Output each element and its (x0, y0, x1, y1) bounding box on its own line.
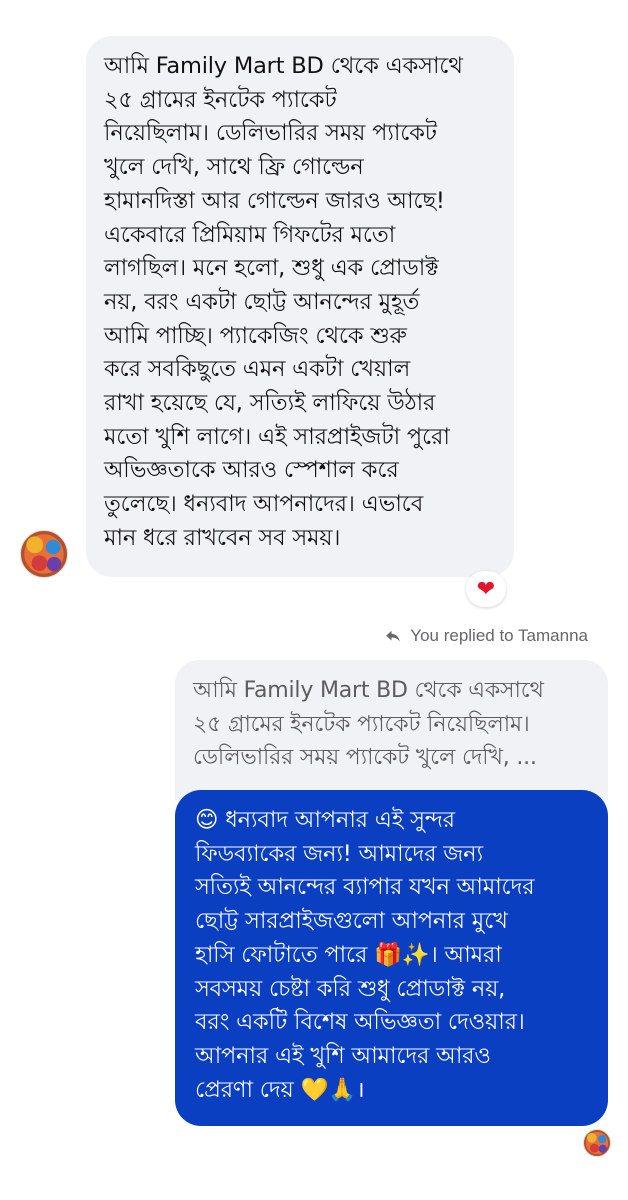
incoming-message-line: রাখা হয়েছে যে, সত্যিই লাফিয়ে উঠার (104, 390, 436, 417)
quoted-message-line: ২৫ গ্রামের ইনটেক প্যাকেট নিয়েছিলাম। (193, 711, 530, 737)
reply-indicator: You replied to Tamanna (384, 626, 588, 646)
outgoing-message-line: সবসময় চেষ্টা করি শুধু প্রোডাক্ট নয়, (195, 975, 506, 1002)
sender-avatar[interactable] (20, 530, 68, 578)
outgoing-message-line: সত্যিই আনন্দের ব্যাপার যখন আমাদের (195, 874, 535, 901)
reply-arrow-icon (386, 630, 401, 642)
seen-receipt-avatar (583, 1129, 611, 1157)
incoming-message-line: অভিজ্ঞতাকে আরও স্পেশাল করে (104, 457, 399, 484)
incoming-message-line: খুলে দেখি, সাথে ফ্রি গোল্ডেন (104, 154, 364, 181)
outgoing-message-line: প্রেরণা দেয় 💛🙏। (195, 1076, 365, 1103)
quoted-message-line: ডেলিভারির সময় প্যাকেট খুলে দেখি, ... (193, 745, 537, 770)
outgoing-message-bubble[interactable]: 😊 ধন্যবাদ আপনার এই সুন্দর ফিডব্যাকের জন্… (175, 790, 608, 1126)
outgoing-message-line: হাসি ফোটাতে পারে 🎁✨। আমরা (195, 941, 502, 968)
incoming-message-line: আমি পাচ্ছি। প্যাকেজিং থেকে শুরু (104, 322, 407, 349)
incoming-message-line: মতো খুশি লাগে। এই সারপ্রাইজটা পুরো (104, 423, 450, 450)
outgoing-message-line: বরং একটি বিশেষ অভিজ্ঞতা দেওয়ার। (195, 1009, 525, 1036)
heart-icon: ❤ (476, 576, 496, 602)
incoming-message-line: ২৫ গ্রামের ইনটেক প্যাকেট (104, 86, 337, 113)
incoming-message-line: নয়, বরং একটা ছোট্ট আনন্দের মুহূর্ত (104, 288, 420, 315)
reply-indicator-text: You replied to Tamanna (410, 626, 588, 645)
incoming-message-line: একেবারে প্রিমিয়াম গিফটের মতো (104, 221, 396, 248)
incoming-message-line: মান ধরে রাখবেন সব সময়। (104, 524, 341, 551)
incoming-message-line: আমি Family Mart BD থেকে একসাথে (104, 53, 463, 79)
outgoing-message-line: 😊 ধন্যবাদ আপনার এই সুন্দর (195, 807, 455, 833)
outgoing-message-line: ছোট্ট সারপ্রাইজগুলো আপনার মুখে (195, 908, 508, 935)
heart-reaction[interactable]: ❤ (466, 571, 506, 607)
incoming-message-line: লাগছিল। মনে হলো, শুধু এক প্রোডাক্ট (104, 255, 439, 282)
quoted-message-line: আমি Family Mart BD থেকে একসাথে (193, 678, 544, 703)
incoming-message-line: করে সবকিছুতে এমন একটা খেয়াল (104, 356, 411, 383)
incoming-message-line: নিয়েছিলাম। ডেলিভারির সময় প্যাকেট (104, 120, 437, 147)
incoming-message-line: হামানদিস্তা আর গোল্ডেন জারও আছে! (104, 187, 445, 214)
incoming-message-line: তুলেছে। ধন্যবাদ আপনাদের। এভাবে (104, 491, 424, 518)
incoming-message-bubble[interactable]: আমি Family Mart BD থেকে একসাথে ২৫ গ্রামে… (86, 36, 514, 577)
quoted-message-bubble[interactable]: আমি Family Mart BD থেকে একসাথে ২৫ গ্রামে… (175, 660, 608, 800)
outgoing-message-line: ফিডব্যাকের জন্য! আমাদের জন্য (195, 840, 483, 867)
outgoing-message-line: আপনার এই খুশি আমাদের আরও (195, 1042, 491, 1069)
